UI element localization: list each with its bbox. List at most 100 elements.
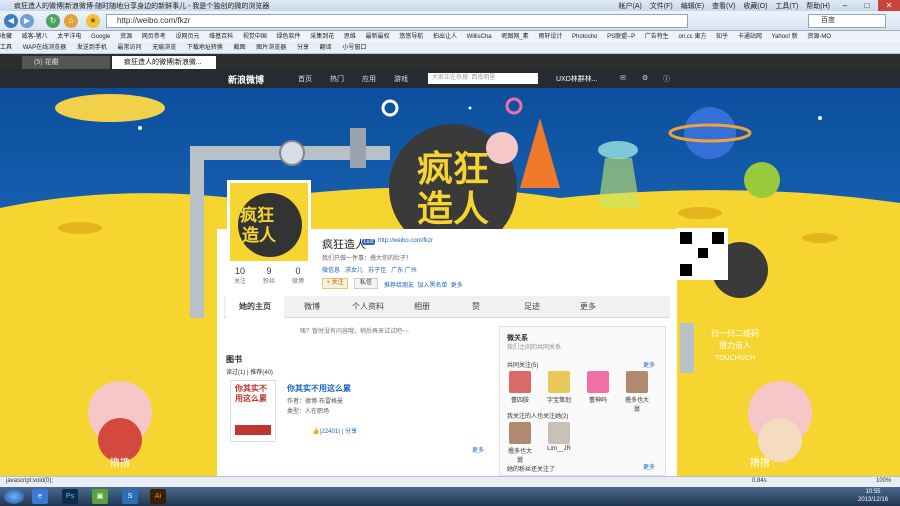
menu-view[interactable]: 查看(V)	[712, 3, 735, 10]
tab-footprint[interactable]: 足迹	[504, 296, 560, 318]
follow-button[interactable]: + 关注	[322, 278, 348, 289]
fav-item[interactable]: 卡通站网	[738, 34, 762, 40]
fav-item[interactable]: 网页参考	[142, 34, 166, 40]
gear-icon[interactable]: ⚙	[642, 74, 648, 82]
tab-weibo-posts[interactable]: 微博	[284, 296, 340, 318]
block-link[interactable]: 加入黑名单	[417, 283, 447, 289]
menu-account[interactable]: 帐户(A)	[619, 3, 642, 10]
fav-item[interactable]: 收藏	[0, 34, 12, 40]
tab-homepage[interactable]: 她的主页	[226, 296, 284, 318]
sogou-task-icon[interactable]: S	[122, 489, 138, 504]
forward-icon[interactable]: ▶	[20, 14, 34, 28]
tag[interactable]: 微信息	[322, 268, 340, 274]
close-button[interactable]: ✕	[878, 0, 900, 11]
tab-huaban[interactable]: (5) 花瓣	[22, 56, 110, 69]
friend-item[interactable]: 蕾神吗	[584, 371, 612, 404]
zoom-level[interactable]: 100%	[876, 478, 891, 484]
info-icon[interactable]: ⓘ	[663, 74, 670, 84]
start-button[interactable]	[4, 489, 24, 504]
toolbar-item[interactable]: 图片浏览器	[256, 45, 286, 51]
nav-games[interactable]: 游戏	[394, 74, 408, 84]
fav-item[interactable]: 广告特生	[645, 34, 669, 40]
toolbar-item[interactable]: 翻译	[320, 45, 332, 51]
fav-item[interactable]: 设网页元	[175, 34, 199, 40]
search-input[interactable]: 百度	[808, 14, 886, 28]
tab-more[interactable]: 更多	[560, 296, 616, 318]
friend-item[interactable]: 字宝策划	[545, 371, 573, 404]
fav-item[interactable]: 最新最权	[366, 34, 390, 40]
nav-hot[interactable]: 热门	[330, 74, 344, 84]
folder-task-icon[interactable]: ▣	[92, 489, 108, 504]
fav-item[interactable]: WillisCha	[467, 34, 492, 40]
fav-item[interactable]: 雨轩设计	[538, 34, 562, 40]
friend-item[interactable]: Lim__JR	[545, 422, 573, 452]
home-icon[interactable]: ⌂	[64, 14, 78, 28]
count-posts[interactable]: 0 微博	[284, 266, 312, 285]
friend-item[interactable]: 撸多也大舅	[506, 422, 534, 464]
fav-item[interactable]: 昵图网_素	[501, 34, 528, 40]
refresh-icon[interactable]: ↻	[46, 14, 60, 28]
tab-weibo[interactable]: 疯狂造人的微博|新浪微...	[112, 56, 216, 69]
fav-item[interactable]: 太平洋电	[57, 34, 81, 40]
share-link[interactable]: 分享	[345, 429, 357, 435]
toolbar-item[interactable]: 发送到手机	[77, 45, 107, 51]
more-link[interactable]: 更多	[451, 283, 463, 289]
toolbar-item[interactable]: 最常访问	[118, 45, 142, 51]
toolbar-item[interactable]: WAP在线浏览器	[23, 45, 66, 51]
fav-item[interactable]: Photosho	[572, 34, 597, 40]
fav-item[interactable]: 悠悠导航	[399, 34, 423, 40]
tab-likes[interactable]: 赞	[448, 296, 504, 318]
menu-file[interactable]: 文件(F)	[650, 3, 673, 10]
toolbar-item[interactable]: 小号窗口	[342, 45, 366, 51]
star-icon[interactable]: ★	[86, 14, 100, 28]
count-following[interactable]: 10 关注	[226, 266, 254, 285]
book-title[interactable]: 你其实不用这么累	[287, 383, 351, 394]
minimize-button[interactable]: –	[834, 0, 856, 11]
fav-item[interactable]: 采集到花	[310, 34, 334, 40]
message-button[interactable]: 私信	[354, 278, 378, 289]
books-more-link[interactable]: 更多	[472, 445, 484, 454]
photoshop-task-icon[interactable]: Ps	[62, 489, 78, 504]
maximize-button[interactable]: □	[856, 0, 878, 11]
book-cover[interactable]: 你其实不用这么累	[230, 380, 276, 442]
fav-item[interactable]: on.cc 東方	[678, 34, 706, 40]
toolbar-item[interactable]: 分享	[297, 45, 309, 51]
tag[interactable]: 广东 广州	[391, 268, 417, 274]
common-more-link[interactable]: 更多	[643, 360, 655, 369]
url-input[interactable]: http://weibo.com/fkzr	[106, 14, 688, 28]
filter-read[interactable]: 读过(1)	[226, 370, 245, 376]
weibo-search-input[interactable]: 大家正在热搜: 西南明星	[428, 73, 538, 84]
illustrator-task-icon[interactable]: Ai	[150, 489, 166, 504]
nav-username[interactable]: UXD林群林...	[556, 74, 598, 84]
fav-item[interactable]: 绿色软件	[277, 34, 301, 40]
friend-item[interactable]: 蕾四肢	[506, 371, 534, 404]
fav-item[interactable]: 思维	[344, 34, 356, 40]
friend-item[interactable]: 撸多也大舅	[623, 371, 651, 413]
fav-item[interactable]: 视觉中国	[243, 34, 267, 40]
recommend-link[interactable]: 推荐给朋友	[384, 283, 414, 289]
tag[interactable]: 求女儿	[345, 268, 363, 274]
toolbar-item[interactable]: 下载地址转换	[187, 45, 223, 51]
tag[interactable]: 苏子佳	[368, 268, 386, 274]
fav-item[interactable]: 拍出让人	[433, 34, 457, 40]
toolbar-item[interactable]: 截图	[234, 45, 246, 51]
toolbar-item[interactable]: 工具	[0, 45, 12, 51]
back-icon[interactable]: ◀	[4, 14, 18, 28]
nav-home[interactable]: 首页	[298, 74, 312, 84]
fav-item[interactable]: 资源-MO	[807, 34, 831, 40]
nav-apps[interactable]: 应用	[362, 74, 376, 84]
mail-icon[interactable]: ✉	[620, 74, 626, 82]
also-more-link[interactable]: 更多	[643, 462, 655, 471]
fav-item[interactable]: 维基百科	[209, 34, 233, 40]
count-fans[interactable]: 9 粉丝	[255, 266, 283, 285]
menu-favorites[interactable]: 收藏(O)	[743, 3, 767, 10]
tab-album[interactable]: 相册	[396, 296, 448, 318]
fav-item[interactable]: Google	[91, 34, 110, 40]
tab-profile-info[interactable]: 个人资料	[340, 296, 396, 318]
avatar[interactable]: 疯狂 造人	[227, 180, 311, 264]
menu-edit[interactable]: 编辑(E)	[681, 3, 704, 10]
fav-item[interactable]: 威客-猪八	[22, 34, 48, 40]
menu-tools[interactable]: 工具(T)	[775, 3, 798, 10]
fav-item[interactable]: 知乎	[716, 34, 728, 40]
like-count[interactable]: (22401)	[319, 429, 340, 435]
